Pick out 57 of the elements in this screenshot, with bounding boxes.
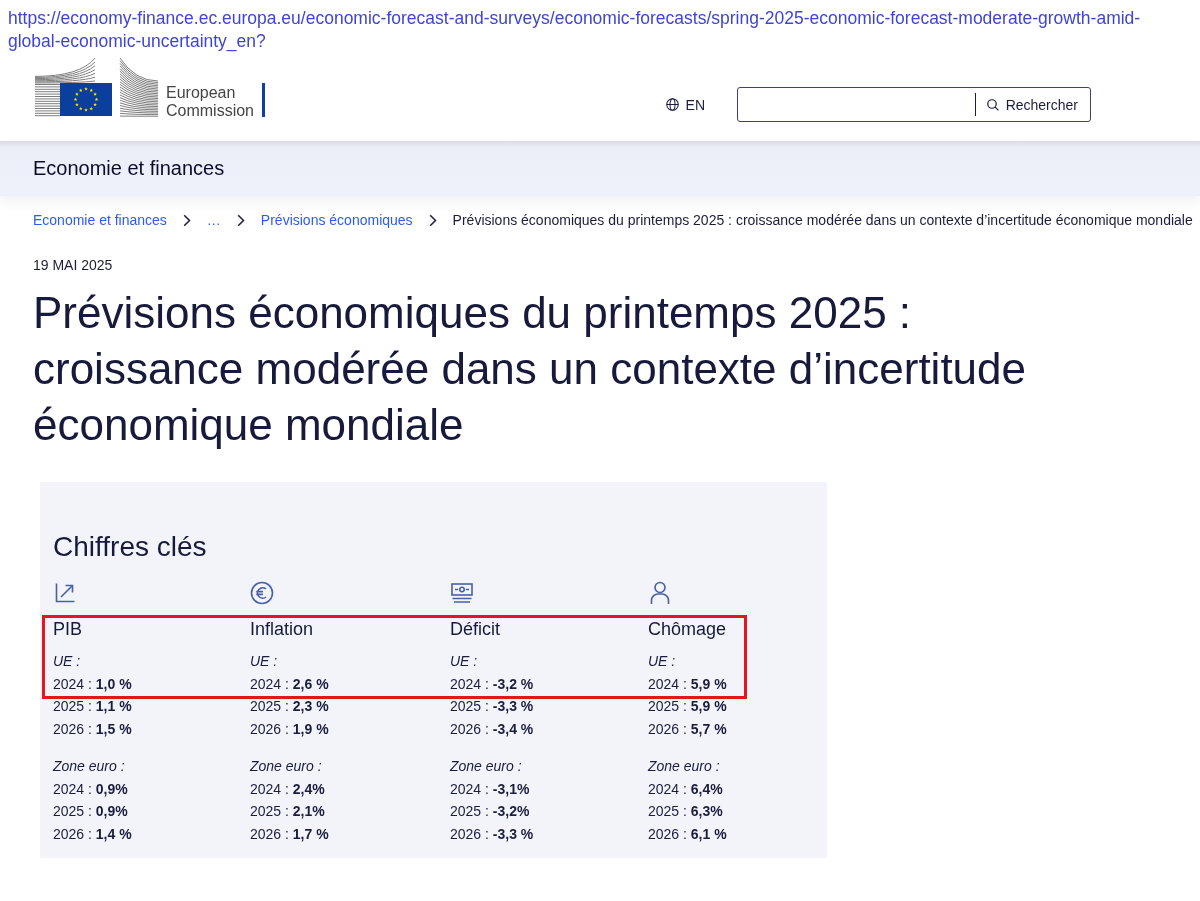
page-title: Prévisions économiques du printemps 2025 : croissance modérée dans un contexte d’incertitude économique mondiale (33, 287, 1028, 451)
language-button[interactable]: EN (665, 96, 705, 113)
figure-value: 2026 : -3,4 % (450, 719, 534, 739)
figure-value: 2024 : 2,4% (250, 779, 325, 799)
figure-value: 2025 : 5,9 % (648, 697, 727, 716)
figure-value: 2024 : -3,2 % (450, 674, 534, 694)
breadcrumb-link[interactable]: Economie et finances (33, 212, 167, 228)
chevron-right-icon (428, 213, 437, 227)
region-label: UE : (648, 652, 676, 671)
figure-value: 2026 : 1,4 % (53, 824, 132, 844)
site-name: Economie et finances (33, 157, 225, 180)
key-figures-heading: Chiffres clés (53, 530, 208, 564)
region-label: UE : (450, 652, 478, 671)
region-label: Zone euro : (53, 757, 125, 776)
figure-value: 2024 : 0,9% (53, 779, 128, 799)
figure-value: 2024 : 6,4% (648, 779, 723, 799)
chevron-right-icon (182, 213, 191, 227)
figure-value: 2026 : 1,5 % (53, 719, 132, 739)
euro-coin-icon (250, 581, 274, 605)
figure-value: 2026 : 1,9 % (250, 719, 329, 739)
page-url-link[interactable]: https://economy-finance.ec.europa.eu/economic-forecast-and-surveys/economic-forecasts/spring-2025-economic-forecast-moderate-growth-amid-global-economic-uncertainty_en? (0, 0, 1165, 53)
figure-heading: Déficit (450, 618, 500, 641)
figure-value: 2025 : 1,1 % (53, 697, 132, 716)
search-icon (986, 98, 999, 111)
globe-icon (665, 98, 679, 111)
figure-value: 2024 : -3,1% (450, 779, 530, 799)
figure-value: 2025 : -3,3 % (450, 697, 534, 716)
region-label: Zone euro : (648, 757, 720, 776)
publication-date: 19 MAI 2025 (33, 256, 113, 275)
figure-heading: PIB (53, 618, 82, 641)
figure-value: 2025 : 2,3 % (250, 697, 329, 716)
figure-value: 2026 : 5,7 % (648, 719, 727, 739)
figure-value: 2025 : -3,2% (450, 802, 530, 821)
figure-value: 2025 : 0,9% (53, 802, 128, 821)
region-label: Zone euro : (250, 757, 322, 776)
breadcrumb-ellipsis-button[interactable]: … (206, 212, 221, 228)
figure-value: 2024 : 5,9 % (648, 674, 727, 694)
search-button[interactable]: Rechercher (975, 88, 1090, 121)
figure-value: 2025 : 6,3% (648, 802, 723, 821)
region-label: Zone euro : (450, 757, 522, 776)
breadcrumb-link[interactable]: Prévisions économiques (260, 212, 413, 228)
figure-value: 2025 : 2,1% (250, 802, 325, 821)
figure-value: 2024 : 2,6 % (250, 674, 329, 694)
figure-value: 2026 : 1,7 % (250, 824, 329, 844)
person-icon (648, 581, 672, 605)
region-label: UE : (250, 652, 278, 671)
figure-heading: Inflation (250, 618, 314, 641)
banknote-stack-icon (450, 581, 474, 605)
figure-value: 2026 : -3,3 % (450, 824, 534, 844)
chevron-right-icon (236, 213, 245, 227)
building-flag-logo-icon[interactable] (35, 57, 160, 119)
figure-value: 2024 : 1,0 % (53, 674, 132, 694)
logo-text: European Commission (166, 84, 254, 120)
region-label: UE : (53, 652, 81, 671)
figure-heading: Chômage (648, 618, 727, 641)
breadcrumb-current-page: Prévisions économiques du printemps 2025 : croissance modérée dans un contexte d’incertitude économique mondiale (452, 212, 1193, 228)
figure-value: 2026 : 6,1 % (648, 824, 727, 844)
